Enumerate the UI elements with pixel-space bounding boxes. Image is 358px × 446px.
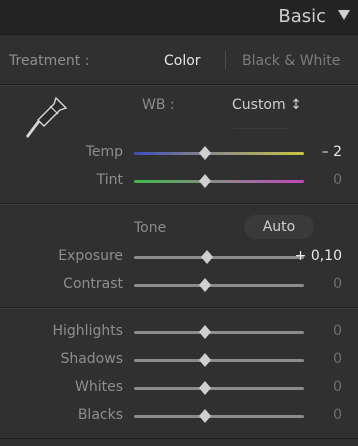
temp-value[interactable]: – 2 <box>282 144 342 160</box>
whites-slider-knob-bottom[interactable] <box>199 388 211 395</box>
section-divider-highlight <box>0 308 358 309</box>
blacks-value[interactable]: 0 <box>282 407 342 423</box>
shadows-label: Shadows <box>60 351 123 367</box>
wb-select[interactable]: Custom ↕ <box>232 97 302 113</box>
whites-label: Whites <box>74 379 123 395</box>
exposure-slider[interactable] <box>134 256 304 259</box>
highlights-slider[interactable] <box>134 331 304 334</box>
contrast-slider[interactable] <box>134 284 304 287</box>
highlights-value[interactable]: 0 <box>282 323 342 339</box>
highlights-slider-knob[interactable] <box>199 325 211 332</box>
panel-header[interactable]: Basic <box>0 0 358 35</box>
whites-value[interactable]: 0 <box>282 379 342 395</box>
tint-slider-knob-bottom[interactable] <box>199 181 211 188</box>
treatment-bw-option[interactable]: Black & White <box>242 53 340 69</box>
wb-underline <box>233 128 289 129</box>
blacks-slider[interactable] <box>134 415 304 418</box>
blacks-slider-knob-bottom[interactable] <box>199 416 211 423</box>
tone-label: Tone <box>134 220 167 236</box>
temp-slider-knob[interactable] <box>199 146 211 153</box>
shadows-value[interactable]: 0 <box>282 351 342 367</box>
blacks-label: Blacks <box>77 407 123 423</box>
exposure-label: Exposure <box>58 248 123 264</box>
treatment-label: Treatment : <box>9 53 90 69</box>
temp-label: Temp <box>85 144 123 160</box>
treatment-color-option[interactable]: Color <box>164 53 201 69</box>
highlights-slider-knob-bottom[interactable] <box>199 332 211 339</box>
contrast-value[interactable]: 0 <box>282 276 342 292</box>
eyedropper-icon[interactable] <box>20 92 72 144</box>
tint-slider[interactable] <box>134 180 304 183</box>
shadows-slider-knob[interactable] <box>199 353 211 360</box>
section-divider-highlight <box>0 85 358 86</box>
tint-slider-knob[interactable] <box>199 174 211 181</box>
auto-tone-button[interactable]: Auto <box>244 215 314 239</box>
contrast-slider-knob-bottom[interactable] <box>199 285 211 292</box>
triangle-down-icon[interactable] <box>338 10 350 20</box>
exposure-slider-knob-bottom[interactable] <box>201 257 213 264</box>
section-divider <box>0 438 358 439</box>
treatment-divider <box>225 51 226 69</box>
tint-label: Tint <box>96 172 123 188</box>
contrast-label: Contrast <box>63 276 123 292</box>
contrast-slider-knob[interactable] <box>199 278 211 285</box>
temp-slider-knob-bottom[interactable] <box>199 153 211 160</box>
shadows-slider[interactable] <box>134 359 304 362</box>
shadows-slider-knob-bottom[interactable] <box>199 360 211 367</box>
whites-slider[interactable] <box>134 387 304 390</box>
whites-slider-knob[interactable] <box>199 381 211 388</box>
wb-label: WB : <box>142 97 175 113</box>
temp-slider[interactable] <box>134 152 304 155</box>
panel-title: Basic <box>278 6 326 27</box>
treatment-row: Treatment : Color Black & White <box>0 45 358 75</box>
tint-value[interactable]: 0 <box>282 172 342 188</box>
section-divider-highlight <box>0 204 358 205</box>
highlights-label: Highlights <box>52 323 124 339</box>
exposure-value[interactable]: + 0,10 <box>282 248 342 264</box>
exposure-slider-knob[interactable] <box>201 250 213 257</box>
blacks-slider-knob[interactable] <box>199 409 211 416</box>
basic-panel: Basic Treatment : Color Black & White WB… <box>0 0 358 446</box>
